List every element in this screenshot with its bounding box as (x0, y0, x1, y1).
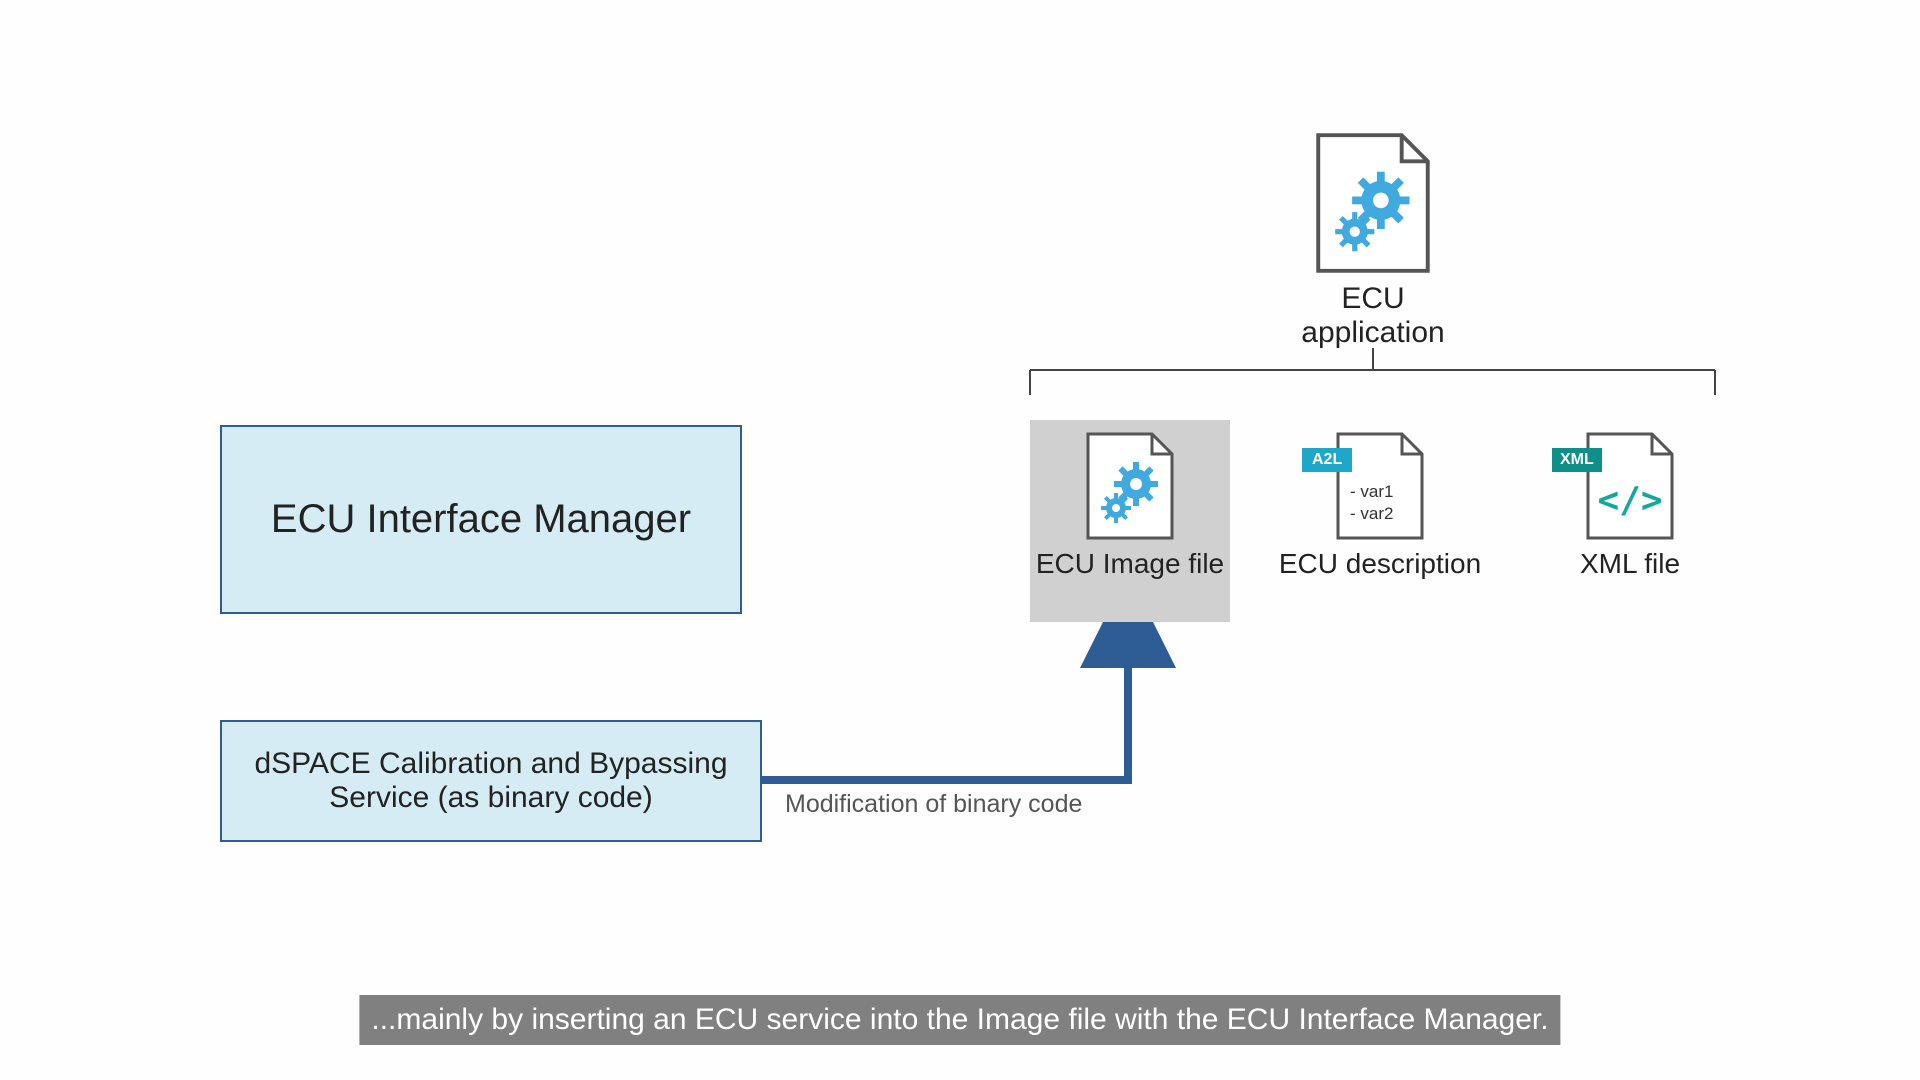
a2l-file-icon: A2L - var1 - var2 (1334, 430, 1426, 542)
tree-bracket (1030, 348, 1715, 395)
gear-file-icon (1084, 430, 1176, 542)
xml-file-label: XML file (1570, 548, 1690, 580)
svg-text:</>: </> (1597, 480, 1662, 521)
arrow-label: Modification of binary code (785, 790, 1082, 819)
ecu-application-file: ECU application (1280, 130, 1466, 350)
modification-arrow (740, 620, 1128, 780)
ecu-description-card: A2L - var1 - var2 ECU description (1275, 430, 1485, 580)
a2l-var1: - var1 (1350, 482, 1393, 502)
ecu-interface-manager-box: ECU Interface Manager (220, 425, 742, 614)
ecu-interface-manager-label: ECU Interface Manager (271, 497, 691, 542)
gear-file-icon (1313, 130, 1433, 276)
ecu-application-label: ECU application (1280, 282, 1466, 350)
dspace-service-label: dSPACE Calibration and Bypassing Service… (232, 747, 750, 815)
a2l-badge: A2L (1302, 448, 1352, 472)
xml-file-icon: </> XML (1584, 430, 1676, 542)
xml-file-card: </> XML XML file (1570, 430, 1690, 580)
ecu-description-label: ECU description (1275, 548, 1485, 580)
ecu-image-file-card: ECU Image file (1030, 420, 1230, 622)
dspace-service-box: dSPACE Calibration and Bypassing Service… (220, 720, 762, 842)
a2l-var2: - var2 (1350, 504, 1393, 524)
ecu-image-file-label: ECU Image file (1030, 548, 1230, 580)
xml-badge: XML (1552, 448, 1602, 472)
caption-subtitle: ...mainly by inserting an ECU service in… (359, 995, 1560, 1045)
